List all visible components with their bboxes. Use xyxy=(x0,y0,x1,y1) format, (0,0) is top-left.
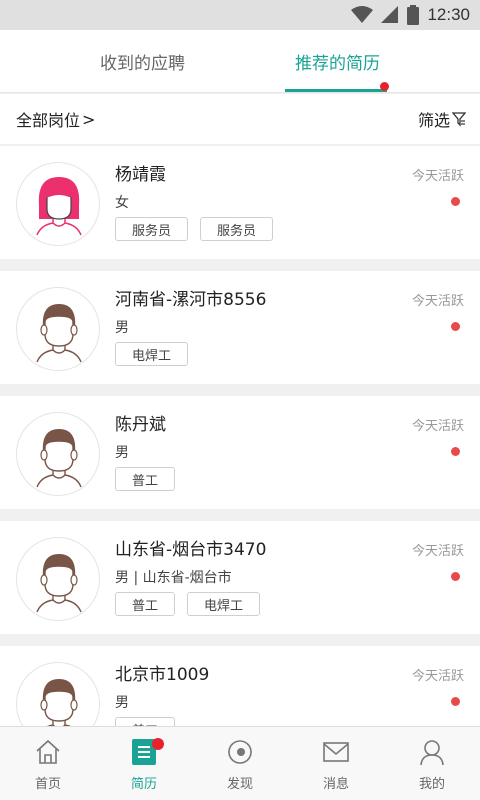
job-tag: 普工 xyxy=(115,467,176,491)
candidate-info: 男 xyxy=(115,695,129,711)
funnel-icon xyxy=(452,112,466,127)
active-tab-indicator xyxy=(285,89,387,92)
job-tag: 服务员 xyxy=(115,217,189,241)
nav-label: 我的 xyxy=(418,777,445,792)
battery-icon xyxy=(407,5,420,25)
filter-label: 筛选 xyxy=(417,111,450,130)
filter-button[interactable]: 筛选 xyxy=(418,94,466,144)
message-icon xyxy=(321,737,351,767)
male-avatar-icon xyxy=(16,287,100,371)
job-tag: 普工 xyxy=(115,592,176,616)
candidate-card[interactable]: 河南省-漯河市8556 男 电焊工 今天活跃 xyxy=(0,271,480,384)
nav-label: 简历 xyxy=(130,777,157,792)
job-tags: 普工 xyxy=(115,467,176,491)
nav-resume[interactable]: 简历 xyxy=(96,727,192,800)
resume-list: 杨靖霞 女 服务员 服务员 今天活跃 河南省-漯河市8556 男 电焊工 今天活… xyxy=(0,146,480,726)
candidate-info: 男 xyxy=(115,445,129,461)
unread-dot xyxy=(451,447,460,456)
candidate-info: 男 xyxy=(115,320,129,336)
nav-profile[interactable]: 我的 xyxy=(384,727,480,800)
clock: 12:30 xyxy=(427,5,470,24)
candidate-info: 女 xyxy=(115,195,129,211)
candidate-name: 北京市1009 xyxy=(115,665,210,685)
tab-received-applications[interactable]: 收到的应聘 xyxy=(60,30,225,93)
home-icon xyxy=(33,737,63,767)
job-tag: 电焊工 xyxy=(187,592,261,616)
unread-dot xyxy=(451,322,460,331)
job-tag: 服务员 xyxy=(200,217,274,241)
candidate-card[interactable]: 北京市1009 男 普工 今天活跃 xyxy=(0,646,480,726)
candidate-card[interactable]: 陈丹斌 男 普工 今天活跃 xyxy=(0,396,480,509)
candidate-name: 山东省-烟台市3470 xyxy=(115,540,267,560)
candidate-card[interactable]: 山东省-烟台市3470 男 | 山东省-烟台市 普工 电焊工 今天活跃 xyxy=(0,521,480,634)
job-tags: 普工 xyxy=(115,717,176,726)
nav-label: 发现 xyxy=(226,777,253,792)
job-tags: 服务员 服务员 xyxy=(115,217,274,241)
male-avatar-icon xyxy=(16,412,100,496)
nav-discover[interactable]: 发现 xyxy=(192,727,288,800)
filter-bar: 全部岗位 > 筛选 xyxy=(0,94,480,144)
notification-dot xyxy=(380,82,389,91)
nav-messages[interactable]: 消息 xyxy=(288,727,384,800)
activity-status: 今天活跃 xyxy=(411,419,464,434)
wifi-icon xyxy=(351,6,374,23)
candidate-name: 陈丹斌 xyxy=(115,415,166,435)
male-avatar-icon xyxy=(16,662,100,726)
all-positions-label: 全部岗位 xyxy=(16,111,81,130)
status-bar: 12:30 xyxy=(0,0,480,30)
all-positions-dropdown[interactable]: 全部岗位 > xyxy=(16,94,95,144)
notification-dot xyxy=(152,738,164,750)
bottom-nav: 首页 简历 发现 消息 我的 xyxy=(0,726,480,800)
profile-icon xyxy=(417,737,447,767)
job-tags: 普工 电焊工 xyxy=(115,592,261,616)
job-tag: 普工 xyxy=(115,717,176,726)
discover-icon xyxy=(225,737,255,767)
job-tags: 电焊工 xyxy=(115,342,189,366)
unread-dot xyxy=(451,197,460,206)
nav-label: 首页 xyxy=(34,777,61,792)
candidate-info: 男 | 山东省-烟台市 xyxy=(115,570,232,586)
activity-status: 今天活跃 xyxy=(411,669,464,684)
nav-home[interactable]: 首页 xyxy=(0,727,96,800)
unread-dot xyxy=(451,697,460,706)
activity-status: 今天活跃 xyxy=(411,294,464,309)
activity-status: 今天活跃 xyxy=(411,169,464,184)
candidate-card[interactable]: 杨靖霞 女 服务员 服务员 今天活跃 xyxy=(0,146,480,259)
female-avatar-icon xyxy=(16,162,100,246)
signal-icon xyxy=(381,6,399,23)
nav-label: 消息 xyxy=(322,777,349,792)
male-avatar-icon xyxy=(16,537,100,621)
unread-dot xyxy=(451,572,460,581)
top-tabs: 收到的应聘 推荐的简历 xyxy=(0,30,480,93)
chevron-right-icon: > xyxy=(82,109,96,129)
activity-status: 今天活跃 xyxy=(411,544,464,559)
job-tag: 电焊工 xyxy=(115,342,189,366)
candidate-name: 杨靖霞 xyxy=(115,165,166,185)
candidate-name: 河南省-漯河市8556 xyxy=(115,290,267,310)
